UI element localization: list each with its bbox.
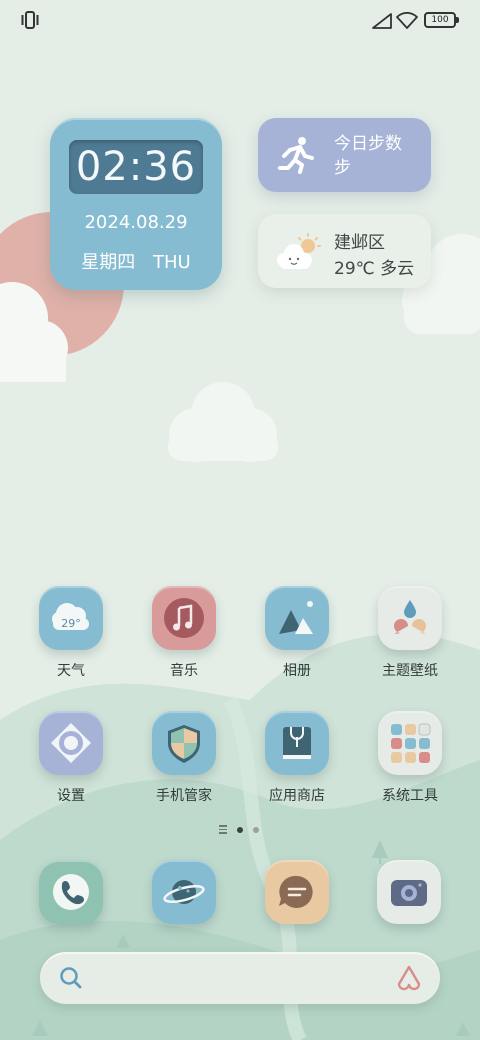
music-icon [152,586,216,650]
vibrate-mode-icon [21,11,39,29]
weekday-chinese: 星期四 [81,252,136,273]
steps-label: 今日步数 步 [334,134,402,178]
camera-icon[interactable] [377,860,441,924]
app-label: 主题壁纸 [382,663,438,679]
messages-icon[interactable] [265,860,329,924]
weather-app-icon-temp: 29° [61,617,81,630]
weekday-english: THU [153,252,191,273]
tools-folder-icon [378,711,442,775]
clock-weekday: 星期四 THU [50,248,222,274]
app-weather[interactable]: 29° 天气 [26,586,116,696]
app-label: 天气 [57,663,85,679]
app-label: 应用商店 [269,788,325,804]
page-dot-current[interactable] [237,827,243,833]
weather-app-icon: 29° [39,586,103,650]
app-label: 音乐 [170,663,198,679]
app-label: 手机管家 [156,788,212,804]
assistant-icon[interactable] [394,964,424,992]
gallery-icon [265,586,329,650]
weather-widget[interactable]: 建邺区 29℃ 多云 [258,214,431,288]
app-system-tools[interactable]: 系统工具 [365,711,455,821]
app-music[interactable]: 音乐 [139,586,229,696]
battery-icon: 100 [424,12,459,28]
page-dot[interactable] [253,827,259,833]
search-icon [60,967,82,989]
wifi-icon [396,12,418,29]
app-store[interactable]: 应用商店 [252,711,342,821]
browser-icon[interactable] [152,860,216,924]
phone-icon[interactable] [39,860,103,924]
app-settings[interactable]: 设置 [26,711,116,821]
page-indicator[interactable] [219,825,263,835]
app-label: 相册 [283,663,311,679]
signal-icon [372,13,392,29]
settings-icon [39,711,103,775]
partly-cloudy-icon [277,233,321,269]
app-label: 设置 [57,788,85,804]
app-store-icon [265,711,329,775]
running-person-icon [278,137,314,174]
page-list-icon[interactable] [219,825,227,834]
search-bar[interactable] [40,952,440,1004]
themes-icon [378,586,442,650]
app-gallery[interactable]: 相册 [252,586,342,696]
app-themes[interactable]: 主题壁纸 [365,586,455,696]
weather-location: 建邺区 [334,233,385,253]
clock-widget[interactable]: 02:36 2024.08.29 星期四 THU [50,118,222,290]
steps-widget[interactable]: 今日步数 步 [258,118,431,192]
clock-time-panel: 02:36 [69,140,203,194]
app-phone-manager[interactable]: 手机管家 [139,711,229,821]
shield-icon [152,711,216,775]
app-label: 系统工具 [382,788,438,804]
status-bar: 100 [0,0,480,40]
clock-time: 02:36 [75,144,197,190]
weather-condition: 29℃ 多云 [334,259,415,279]
clock-date: 2024.08.29 [84,212,188,233]
battery-level: 100 [431,15,449,25]
